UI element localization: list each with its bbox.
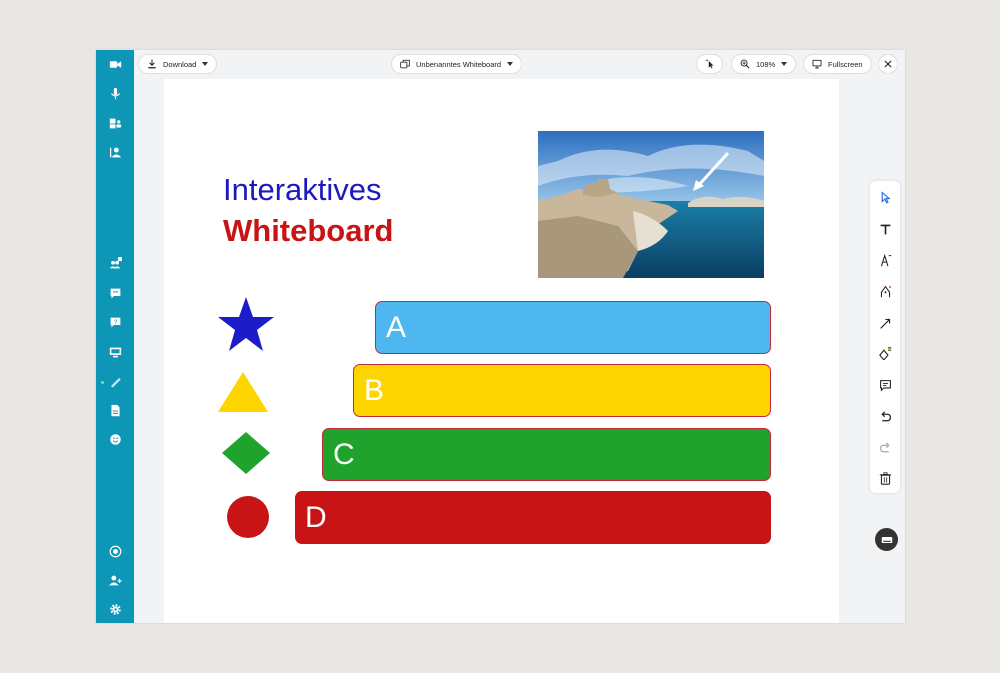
screen-share-icon[interactable] bbox=[105, 113, 125, 133]
chat-icon[interactable] bbox=[105, 283, 125, 303]
top-toolbar: Download Unbenanntes Whiteboard 108% Ful… bbox=[134, 50, 905, 79]
chevron-down-icon bbox=[507, 62, 514, 66]
comment-icon[interactable] bbox=[877, 377, 893, 393]
bar-b-label: B bbox=[364, 373, 385, 407]
fullscreen-icon bbox=[812, 59, 822, 69]
download-icon bbox=[148, 59, 156, 69]
bar-b[interactable]: B bbox=[353, 364, 771, 417]
bar-a[interactable]: A bbox=[375, 301, 771, 354]
participants-count-icon[interactable] bbox=[105, 253, 125, 273]
bar-a-label: A bbox=[386, 310, 407, 344]
zoom-level: 108% bbox=[756, 59, 776, 69]
chevron-down-icon bbox=[781, 62, 788, 66]
active-indicator bbox=[101, 381, 104, 384]
arrow-icon[interactable] bbox=[877, 315, 893, 331]
font-size-icon[interactable] bbox=[877, 252, 893, 268]
drawing-toolbar bbox=[870, 181, 900, 493]
zoom-dropdown[interactable]: 108% bbox=[731, 54, 797, 74]
chat-toggle-button[interactable] bbox=[875, 528, 898, 551]
diamond-shape[interactable] bbox=[221, 431, 271, 475]
pointer-button[interactable] bbox=[696, 54, 723, 74]
emoji-icon[interactable] bbox=[105, 429, 125, 449]
board-title-line1[interactable]: Interaktives bbox=[223, 172, 382, 208]
boards-icon bbox=[400, 59, 410, 69]
presentation-icon[interactable] bbox=[105, 342, 125, 362]
close-icon bbox=[884, 60, 892, 68]
zoom-icon bbox=[740, 59, 750, 69]
triangle-shape[interactable] bbox=[216, 370, 270, 414]
video-icon[interactable] bbox=[105, 54, 125, 74]
undo-icon[interactable] bbox=[877, 409, 893, 425]
coastal-fortress-photo[interactable] bbox=[538, 131, 764, 278]
bar-c[interactable]: C bbox=[322, 428, 771, 481]
chevron-down-icon bbox=[202, 62, 209, 66]
select-icon[interactable] bbox=[877, 189, 893, 205]
board-name-dropdown[interactable]: Unbenanntes Whiteboard bbox=[391, 54, 523, 74]
fullscreen-label: Fullscreen bbox=[828, 59, 863, 69]
record-icon[interactable] bbox=[105, 541, 125, 561]
app-window: ? Download Unbenanntes Whiteboard 108% F… bbox=[96, 50, 905, 623]
keyboard-icon bbox=[881, 536, 892, 543]
shape-icon[interactable] bbox=[877, 345, 893, 361]
text-icon[interactable] bbox=[877, 221, 893, 237]
trash-icon[interactable] bbox=[877, 470, 893, 486]
circle-shape[interactable] bbox=[226, 495, 270, 539]
star-shape[interactable] bbox=[216, 295, 276, 355]
whiteboard-icon[interactable] bbox=[105, 371, 125, 391]
microphone-icon[interactable] bbox=[105, 83, 125, 103]
document-icon[interactable] bbox=[105, 400, 125, 420]
fullscreen-button[interactable]: Fullscreen bbox=[803, 54, 872, 74]
question-icon[interactable]: ? bbox=[105, 312, 125, 332]
redo-icon[interactable] bbox=[877, 440, 893, 456]
board-title-line2[interactable]: Whiteboard bbox=[223, 213, 394, 249]
download-label: Download bbox=[163, 59, 197, 69]
settings-icon[interactable] bbox=[105, 599, 125, 619]
close-button[interactable] bbox=[878, 54, 898, 74]
pen-icon[interactable] bbox=[877, 283, 893, 299]
bar-d[interactable]: D bbox=[295, 491, 771, 544]
download-button[interactable]: Download bbox=[138, 54, 218, 74]
laser-pointer-icon bbox=[705, 59, 713, 69]
bar-c-label: C bbox=[333, 437, 355, 471]
svg-text:?: ? bbox=[113, 319, 117, 326]
whiteboard-canvas[interactable]: Interaktives Whiteboard A B C D bbox=[164, 79, 839, 623]
board-name: Unbenanntes Whiteboard bbox=[416, 59, 502, 69]
left-sidebar: ? bbox=[96, 50, 134, 623]
bar-d-label: D bbox=[305, 500, 327, 534]
add-user-icon[interactable] bbox=[105, 570, 125, 590]
participant-icon[interactable] bbox=[105, 142, 125, 162]
